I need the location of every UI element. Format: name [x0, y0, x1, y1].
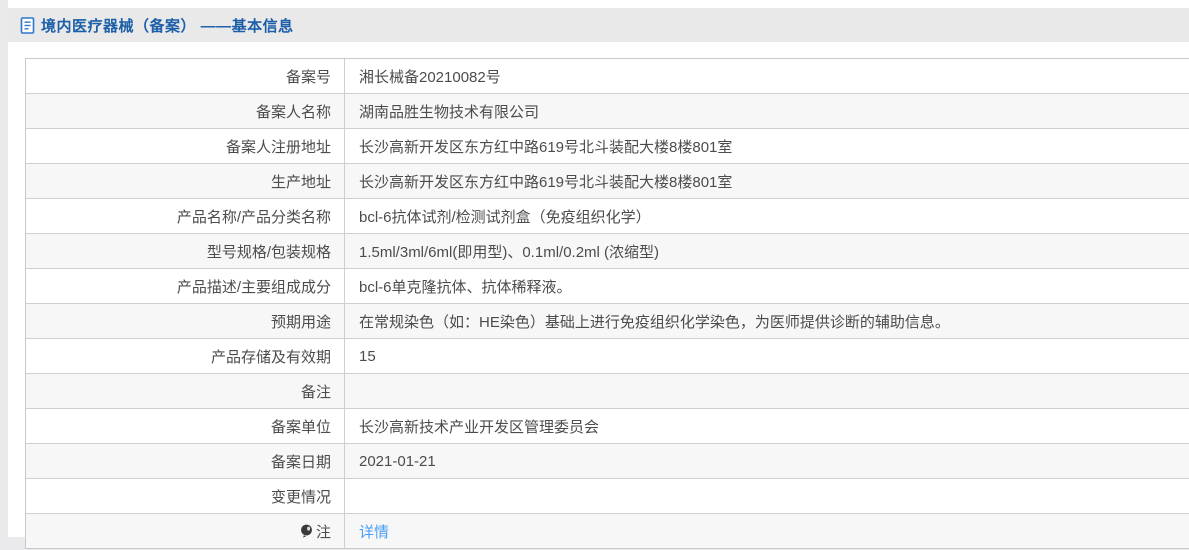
table-row: 备案单位 长沙高新技术产业开发区管理委员会: [26, 408, 1189, 443]
row-value: 2021-01-21: [359, 452, 436, 470]
row-value: [345, 374, 1189, 408]
details-link[interactable]: 详情: [359, 521, 389, 542]
row-label: 备案人名称: [26, 94, 345, 128]
table-row: 变更情况: [26, 478, 1189, 513]
info-table: 备案号 湘长械备20210082号 备案人名称 湖南品胜生物技术有限公司 备案人…: [25, 58, 1189, 549]
row-label: 型号规格/包装规格: [26, 234, 345, 268]
row-label-text: 注: [315, 523, 331, 541]
row-label: 备注: [26, 374, 345, 408]
table-row: 注 详情: [26, 513, 1189, 548]
row-label: 产品名称/产品分类名称: [26, 199, 345, 233]
row-label: 备案日期: [26, 444, 345, 478]
row-label: 备案人注册地址: [26, 129, 345, 163]
row-value: 长沙高新开发区东方红中路619号北斗装配大楼8楼801室: [359, 138, 733, 156]
row-label: 备案号: [26, 59, 345, 93]
row-value: 1.5ml/3ml/6ml(即用型)、0.1ml/0.2ml (浓缩型): [359, 243, 660, 261]
table-row: 备注: [26, 373, 1189, 408]
row-label: 产品存储及有效期: [26, 339, 345, 373]
row-value: 15: [359, 347, 376, 365]
table-row: 生产地址 长沙高新开发区东方红中路619号北斗装配大楼8楼801室: [26, 163, 1189, 198]
row-value: 长沙高新开发区东方红中路619号北斗装配大楼8楼801室: [359, 173, 733, 191]
row-value: 详情: [345, 514, 1189, 548]
table-row: 备案日期 2021-01-21: [26, 443, 1189, 478]
row-value: bcl-6抗体试剂/检测试剂盒（免疫组织化学）: [359, 208, 651, 226]
page-title: 境内医疗器械（备案） ——基本信息: [41, 17, 294, 35]
row-value: 湖南品胜生物技术有限公司: [359, 103, 540, 121]
row-label: 注: [26, 514, 345, 548]
table-row: 产品描述/主要组成成分 bcl-6单克隆抗体、抗体稀释液。: [26, 268, 1189, 303]
table-row: 备案人注册地址 长沙高新开发区东方红中路619号北斗装配大楼8楼801室: [26, 128, 1189, 163]
row-value: 长沙高新技术产业开发区管理委员会: [359, 418, 600, 436]
table-row: 产品名称/产品分类名称 bcl-6抗体试剂/检测试剂盒（免疫组织化学）: [26, 198, 1189, 233]
row-value: [345, 479, 1189, 513]
table-row: 产品存储及有效期 15: [26, 338, 1189, 373]
content-panel: 境内医疗器械（备案） ——基本信息 备案号 湘长械备20210082号 备案人名…: [8, 0, 1189, 549]
table-row: 备案人名称 湖南品胜生物技术有限公司: [26, 93, 1189, 128]
table-row: 备案号 湘长械备20210082号: [26, 59, 1189, 93]
row-label: 生产地址: [26, 164, 345, 198]
table-row: 预期用途 在常规染色（如：HE染色）基础上进行免疫组织化学染色，为医师提供诊断的…: [26, 303, 1189, 338]
row-label: 产品描述/主要组成成分: [26, 269, 345, 303]
page-header: 境内医疗器械（备案） ——基本信息: [8, 8, 1189, 42]
bulb-icon: [301, 524, 312, 538]
row-value: bcl-6单克隆抗体、抗体稀释液。: [359, 278, 572, 296]
row-label: 备案单位: [26, 409, 345, 443]
row-value: 在常规染色（如：HE染色）基础上进行免疫组织化学染色，为医师提供诊断的辅助信息。: [359, 313, 950, 331]
document-icon: [20, 16, 35, 34]
row-label: 变更情况: [26, 479, 345, 513]
row-value: 湘长械备20210082号: [359, 68, 501, 86]
table-row: 型号规格/包装规格 1.5ml/3ml/6ml(即用型)、0.1ml/0.2ml…: [26, 233, 1189, 268]
row-label: 预期用途: [26, 304, 345, 338]
